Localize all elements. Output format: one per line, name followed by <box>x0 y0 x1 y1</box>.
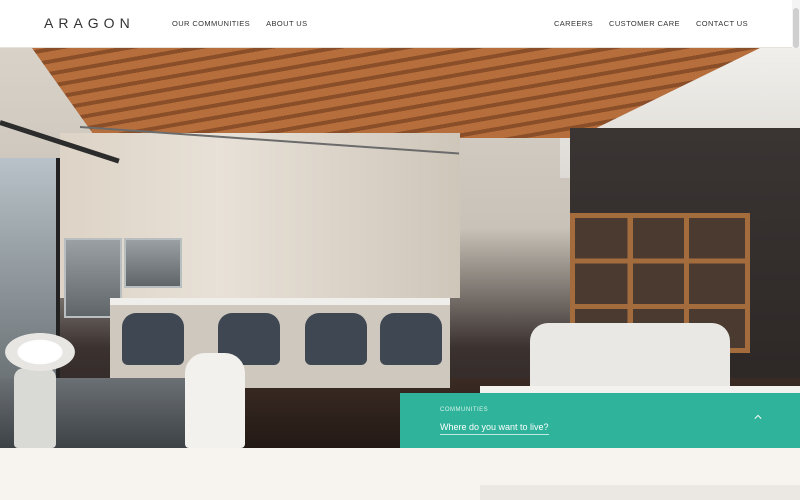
site-header: ARAGON OUR COMMUNITIES ABOUT US CAREERS … <box>0 0 800 48</box>
nav-our-communities[interactable]: OUR COMMUNITIES <box>172 19 250 28</box>
nav-about-us[interactable]: ABOUT US <box>266 19 307 28</box>
bar-stool <box>305 313 367 365</box>
secondary-nav: CAREERS CUSTOMER CARE CONTACT US <box>554 19 748 28</box>
scrollbar-thumb[interactable] <box>793 8 799 48</box>
vase <box>14 368 56 448</box>
page-scrollbar[interactable] <box>792 0 800 48</box>
dining-chair <box>185 353 245 448</box>
communities-selector[interactable]: COMMUNITIES Where do you want to live? <box>400 393 800 448</box>
flower <box>5 333 75 371</box>
nav-contact-us[interactable]: CONTACT US <box>696 19 748 28</box>
nav-customer-care[interactable]: CUSTOMER CARE <box>609 19 680 28</box>
primary-nav: OUR COMMUNITIES ABOUT US <box>172 19 308 28</box>
sofa <box>530 323 730 393</box>
content-card <box>480 485 800 500</box>
hero-image <box>0 48 800 448</box>
bar-stool <box>380 313 442 365</box>
wall-oven-upper <box>124 238 182 288</box>
chevron-up-icon[interactable] <box>754 413 762 421</box>
communities-dropdown-trigger[interactable]: Where do you want to live? <box>440 422 549 435</box>
bar-stool <box>122 313 184 365</box>
brand-logo[interactable]: ARAGON <box>44 15 135 31</box>
communities-label: COMMUNITIES <box>440 407 489 413</box>
nav-careers[interactable]: CAREERS <box>554 19 593 28</box>
